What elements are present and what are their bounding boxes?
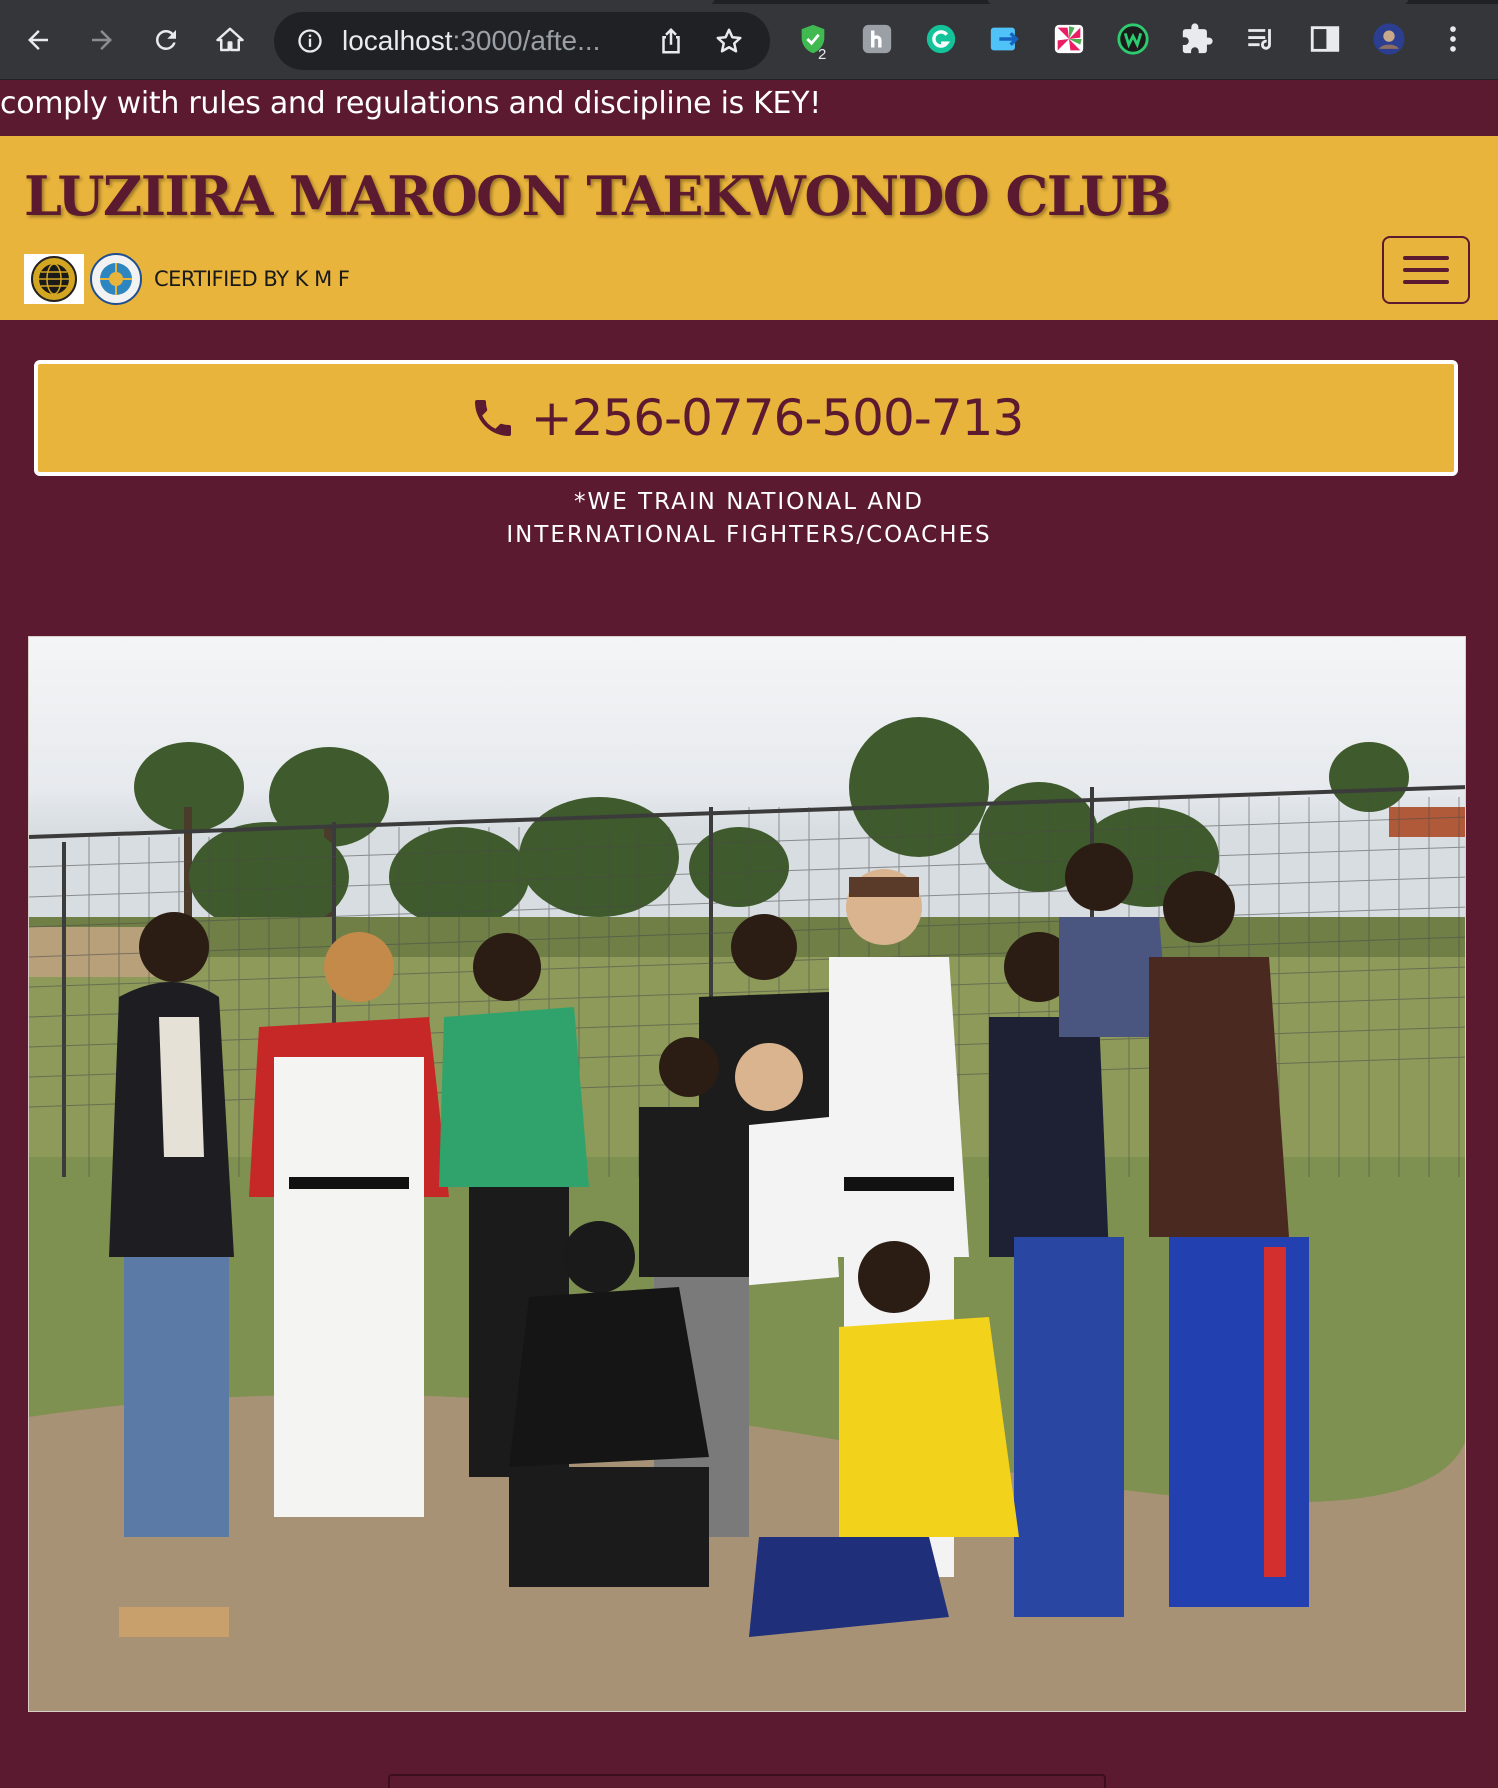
h-extension-icon xyxy=(862,24,892,54)
federation-logo xyxy=(24,254,84,304)
back-button[interactable] xyxy=(14,16,62,64)
tagline: *WE TRAIN NATIONAL AND INTERNATIONAL FIG… xyxy=(0,486,1498,552)
extensions-button[interactable] xyxy=(1180,22,1214,56)
phone-number: +256-0776-500-713 xyxy=(530,389,1025,447)
certification-row: CERTIFIED BY K M F xyxy=(24,253,350,305)
reload-button[interactable] xyxy=(142,16,190,64)
active-tab-edge[interactable] xyxy=(0,0,714,4)
hamburger-menu-button[interactable] xyxy=(1382,236,1470,304)
forward-icon xyxy=(92,30,112,50)
share-icon[interactable] xyxy=(656,26,686,56)
back-icon xyxy=(28,30,48,50)
send-arrow-icon xyxy=(990,27,1019,51)
forward-button[interactable] xyxy=(78,16,126,64)
inactive-tab-edge[interactable] xyxy=(988,0,1408,4)
home-button[interactable] xyxy=(206,16,254,64)
reading-list-icon xyxy=(1248,29,1271,50)
profile-avatar xyxy=(1373,23,1405,55)
extension-w[interactable] xyxy=(1116,22,1150,56)
color-burst-icon xyxy=(1054,24,1084,54)
browser-menu-button[interactable] xyxy=(1436,22,1470,56)
hamburger-line xyxy=(1403,268,1449,272)
reload-icon xyxy=(155,29,176,50)
hamburger-line xyxy=(1403,280,1449,284)
certified-label: CERTIFIED BY K M F xyxy=(154,267,350,291)
address-bar[interactable]: localhost:3000/afte... xyxy=(274,12,770,70)
browser-toolbar: localhost:3000/afte... 2 xyxy=(0,0,1498,80)
reading-list-button[interactable] xyxy=(1244,22,1278,56)
extensions-icon xyxy=(1182,23,1213,54)
grammarly-icon xyxy=(926,24,956,54)
site-header: LUZIIRA MAROON TAEKWONDO CLUB CERTIFIED … xyxy=(0,136,1498,320)
extension-honey[interactable] xyxy=(860,22,894,56)
phone-icon xyxy=(474,400,511,436)
tagline-line-1: *WE TRAIN NATIONAL AND xyxy=(573,489,925,515)
home-icon xyxy=(216,27,244,52)
group-photo-illustration xyxy=(29,717,1465,1711)
next-section-edge xyxy=(388,1774,1106,1788)
marquee-text: comply with rules and regulations and di… xyxy=(0,86,821,121)
kebab-menu-icon xyxy=(1450,26,1456,52)
call-button[interactable]: +256-0776-500-713 xyxy=(34,360,1458,476)
w-extension-icon xyxy=(1117,23,1149,55)
tagline-line-2: INTERNATIONAL FIGHTERS/COACHES xyxy=(506,522,992,548)
marquee-banner: comply with rules and regulations and di… xyxy=(0,80,1498,136)
info-icon[interactable] xyxy=(296,27,324,55)
hero-group-photo xyxy=(28,636,1466,1712)
profile-button[interactable] xyxy=(1372,22,1406,56)
itf-logo xyxy=(86,253,146,305)
site-title[interactable]: LUZIIRA MAROON TAEKWONDO CLUB xyxy=(24,164,1171,228)
tab-strip xyxy=(0,0,1498,4)
extension-color[interactable] xyxy=(1052,22,1086,56)
url-text[interactable]: localhost:3000/afte... xyxy=(342,25,600,57)
extension-grammarly[interactable] xyxy=(924,22,958,56)
star-icon[interactable] xyxy=(714,26,744,56)
hamburger-line xyxy=(1403,256,1449,260)
extension-shield[interactable]: 2 xyxy=(796,22,830,63)
extension-arrow[interactable] xyxy=(988,22,1022,56)
side-panel-icon xyxy=(1310,26,1340,52)
extension-badge: 2 xyxy=(818,46,827,63)
side-panel-button[interactable] xyxy=(1308,22,1342,56)
